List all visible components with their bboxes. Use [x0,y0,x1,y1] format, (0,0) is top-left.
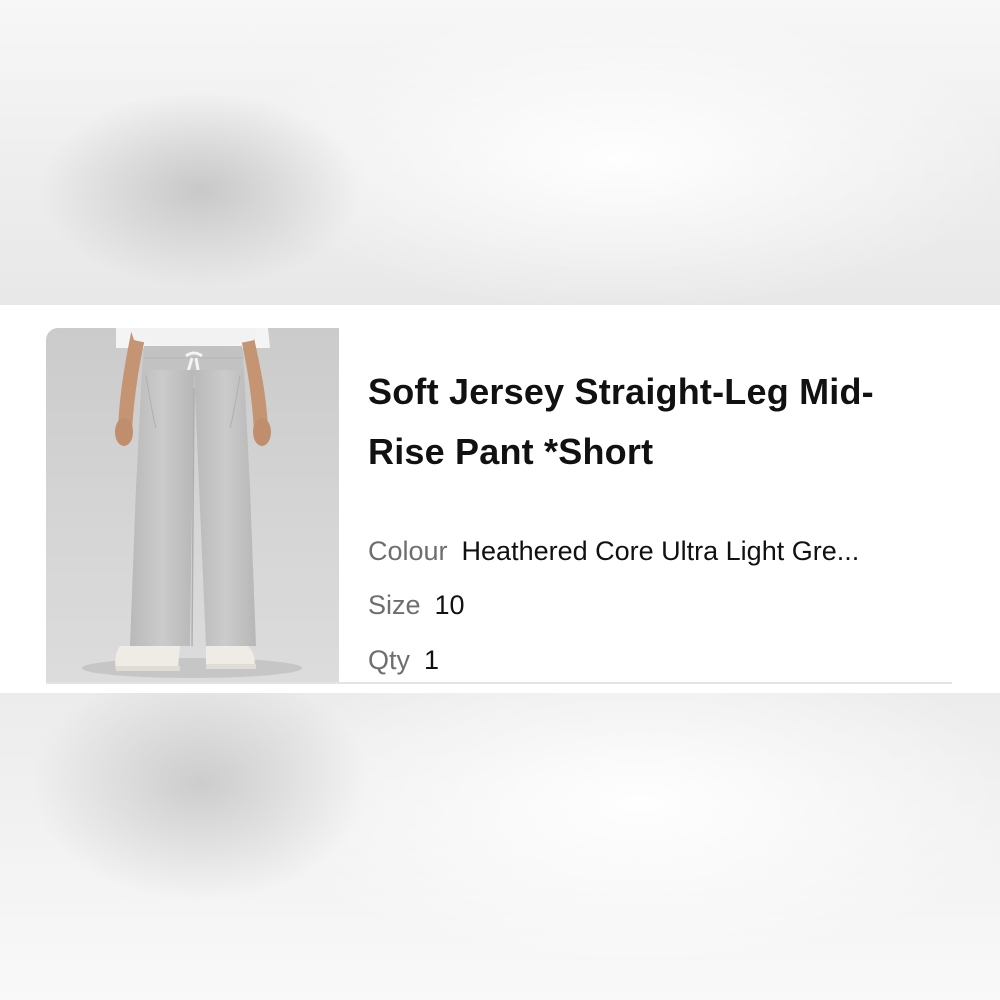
product-title[interactable]: Soft Jersey Straight-Leg Mid-Rise Pant *… [368,362,938,482]
product-image[interactable] [46,328,339,682]
quantity-attribute: Qty 1 [368,643,439,677]
product-photo-illustration [46,328,339,682]
blurred-background-top [0,0,1000,305]
colour-value: Heathered Core Ultra Light Gre... [461,536,860,566]
size-attribute: Size 10 [368,588,465,622]
size-value: 10 [434,590,465,620]
cart-item-card[interactable]: Soft Jersey Straight-Leg Mid-Rise Pant *… [46,328,952,682]
card-divider [46,682,952,684]
qty-value: 1 [424,645,440,675]
colour-label: Colour [368,536,448,566]
blurred-background-bottom [0,693,1000,1000]
size-label: Size [368,590,421,620]
qty-label: Qty [368,645,411,675]
colour-attribute: Colour Heathered Core Ultra Light Gre... [368,534,859,568]
